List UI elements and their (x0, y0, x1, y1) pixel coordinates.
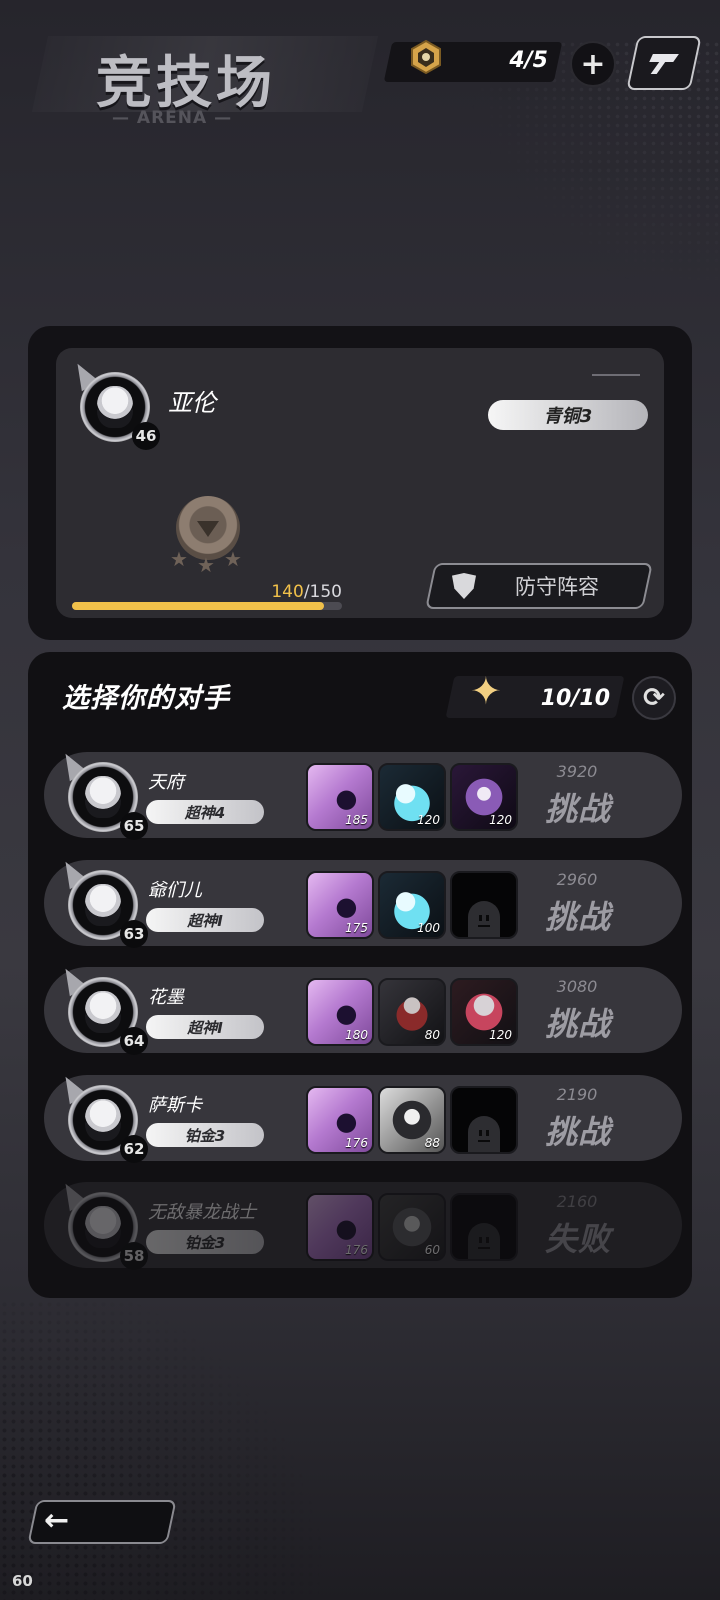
opponent-row[interactable]: 63 爺们儿超神I 175 100 2960 挑战 (44, 856, 682, 948)
opponent-level: 62 (120, 1135, 148, 1163)
team-member-portrait[interactable] (450, 1086, 518, 1154)
opponent-name: 萨斯卡 (148, 1095, 202, 1116)
opponent-tier-badge: 超神I (146, 1015, 264, 1039)
star-icon: ★ (224, 547, 242, 571)
opponent-avatar[interactable]: 65 (56, 748, 148, 840)
team-member-portrait[interactable] (450, 871, 518, 939)
team-member-level: 80 (424, 1028, 440, 1042)
opponent-name: 无敌暴龙战士 (148, 1202, 256, 1223)
opponent-score: 3080 (556, 977, 598, 996)
challenge-button: 失败 (544, 1220, 611, 1258)
page-subtitle: — ARENA — (112, 108, 233, 128)
team-member-portrait[interactable] (450, 1193, 518, 1261)
opponent-level: 58 (120, 1242, 148, 1270)
add-ticket-button[interactable]: + (570, 41, 616, 87)
opponent-level: 63 (120, 920, 148, 948)
team-member-portrait[interactable]: 120 (378, 763, 446, 831)
challenge-button[interactable]: 挑战 (526, 892, 630, 938)
refresh-icon: ⟳ (643, 683, 665, 713)
opponent-name: 爺们儿 (148, 880, 202, 901)
opponent-level: 64 (120, 1027, 148, 1055)
team-member-level: 120 (417, 813, 440, 827)
team-member-level: 176 (345, 1243, 368, 1257)
opponent-row[interactable]: 64 花墨超神I 180 80 120 3080 挑战 (44, 963, 682, 1055)
team-member-portrait[interactable]: 60 (378, 1193, 446, 1261)
challenge-button[interactable]: 挑战 (526, 1107, 630, 1153)
page-title: 竞技场 (96, 51, 276, 116)
opponent-tier-badge: 铂金3 (146, 1123, 264, 1147)
team-member-level: 180 (345, 1028, 368, 1042)
team-member-portrait[interactable]: 120 (450, 763, 518, 831)
opponent-score: 2190 (556, 1085, 598, 1104)
opponent-avatar[interactable]: 58 (56, 1178, 148, 1270)
opponent-avatar[interactable]: 64 (56, 963, 148, 1055)
opponent-tier-badge: 超神4 (146, 800, 264, 824)
medal-emblem (197, 521, 219, 537)
team-member-portrait[interactable]: 185 (306, 763, 374, 831)
refresh-button[interactable]: ⟳ (632, 676, 676, 720)
team-member-level: 120 (489, 813, 512, 827)
divider (592, 374, 640, 376)
opponent-name: 花墨 (148, 987, 184, 1008)
opponent-row[interactable]: 65 天府超神4 185 120 120 3920 挑战 (44, 748, 682, 840)
star-icon: ★ (170, 547, 188, 571)
player-tier-badge: 青铜3 (488, 400, 648, 430)
team-member-level: 88 (424, 1136, 440, 1150)
refresh-count: 10/10 (540, 686, 610, 711)
opponent-level: 65 (120, 812, 148, 840)
team-member-portrait[interactable]: 80 (378, 978, 446, 1046)
team-member-level: 100 (417, 921, 440, 935)
ticket-icon (411, 40, 441, 74)
team-member-level: 120 (489, 1028, 512, 1042)
team-member-portrait[interactable]: 176 (306, 1193, 374, 1261)
star-icon: ★ (197, 553, 215, 577)
rank-progress-text: 140/150 (271, 582, 342, 602)
challenge-button[interactable]: 挑战 (526, 784, 630, 830)
opponent-tier-badge: 超神I (146, 908, 264, 932)
back-arrow-icon: ← (44, 1503, 70, 1538)
empty-slot-icon (468, 1223, 500, 1259)
opponent-tier-badge: 铂金3 (146, 1230, 264, 1254)
opponent-section-title: 选择你的对手 (62, 683, 230, 714)
team-member-level: 60 (424, 1243, 440, 1257)
team-member-portrait[interactable]: 120 (450, 978, 518, 1046)
player-avatar[interactable]: 46 (68, 358, 160, 450)
opponent-score: 2160 (556, 1192, 598, 1211)
empty-slot-icon (468, 1116, 500, 1152)
team-member-level: 176 (345, 1136, 368, 1150)
player-level: 46 (132, 422, 160, 450)
opponent-avatar[interactable]: 62 (56, 1071, 148, 1163)
opponent-score: 3920 (556, 762, 598, 781)
defense-lineup-label: 防守阵容 (515, 575, 599, 599)
star-icon: ✦ (470, 669, 502, 713)
team-member-portrait[interactable]: 88 (378, 1086, 446, 1154)
opponent-row[interactable]: 62 萨斯卡铂金3 176 88 2190 挑战 (44, 1071, 682, 1163)
rank-progress-fill (72, 602, 324, 610)
team-member-level: 185 (345, 813, 368, 827)
opponent-avatar[interactable]: 63 (56, 856, 148, 948)
empty-slot-icon (468, 901, 500, 937)
team-member-level: 175 (345, 921, 368, 935)
opponent-row[interactable]: 58 无敌暴龙战士 铂金3 176 60 2160 失败 (44, 1178, 682, 1270)
team-member-portrait[interactable]: 175 (306, 871, 374, 939)
rank-icon (649, 54, 679, 74)
rank-button[interactable] (626, 36, 702, 90)
opponent-name: 天府 (148, 772, 184, 793)
team-member-portrait[interactable]: 100 (378, 871, 446, 939)
plus-icon: + (580, 46, 606, 82)
team-member-portrait[interactable]: 180 (306, 978, 374, 1046)
player-name: 亚伦 (168, 389, 216, 417)
team-member-portrait[interactable]: 176 (306, 1086, 374, 1154)
opponent-score: 2960 (556, 870, 598, 889)
decor-dots-bottom-left (0, 1300, 360, 1600)
ticket-count: 4/5 (509, 48, 548, 73)
fps-counter: 60 (12, 1572, 33, 1590)
challenge-button[interactable]: 挑战 (526, 999, 630, 1045)
